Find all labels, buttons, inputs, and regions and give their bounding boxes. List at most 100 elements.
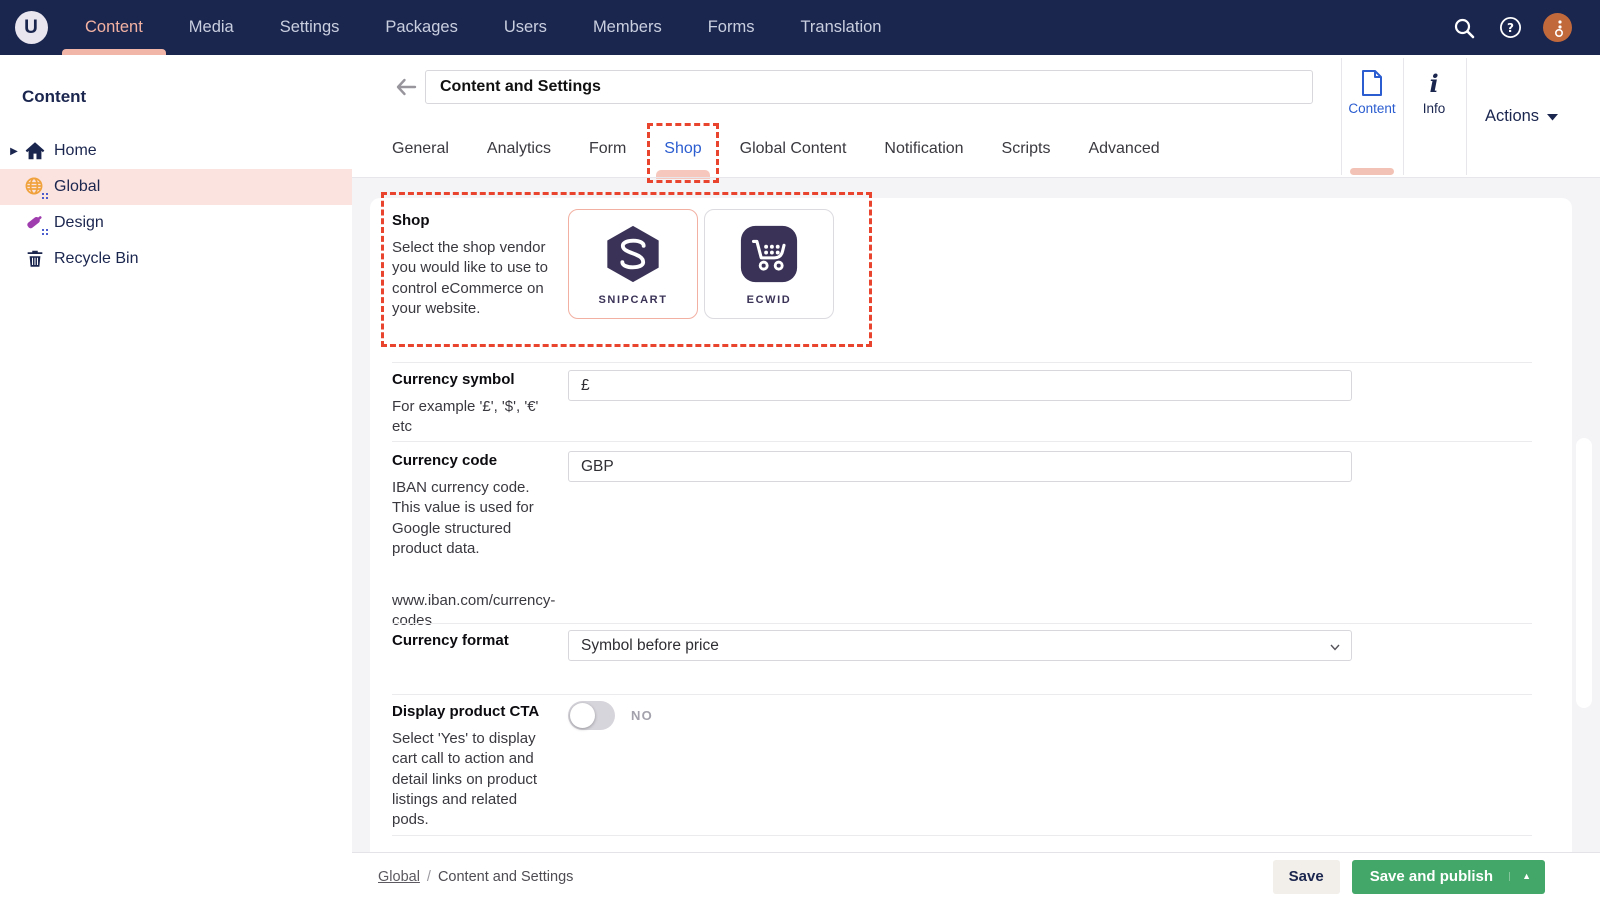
content-tree-sidebar: Content ▶ Home Global xyxy=(0,55,352,900)
top-nav-right: ? xyxy=(1451,13,1600,42)
currency-code-description: IBAN currency code. This value is used f… xyxy=(392,478,554,559)
nav-item-translation[interactable]: Translation xyxy=(777,0,904,55)
breadcrumb-current: Content and Settings xyxy=(438,869,573,885)
tree-item-label: Design xyxy=(54,214,104,232)
currency-format-labels: Currency format xyxy=(392,632,554,649)
display-product-cta-toggle[interactable] xyxy=(568,701,615,730)
currency-format-label: Currency format xyxy=(392,632,554,649)
currency-code-input[interactable] xyxy=(568,451,1352,482)
tab-analytics[interactable]: Analytics xyxy=(487,120,551,178)
chevron-up-icon[interactable]: ▲ xyxy=(1509,872,1531,881)
tree-item-design[interactable]: Design xyxy=(0,205,352,241)
toggle-state-label: NO xyxy=(631,708,653,723)
currency-code-label: Currency code xyxy=(392,452,554,469)
row-divider xyxy=(392,694,1532,695)
shop-label: Shop xyxy=(392,212,554,229)
back-arrow-icon[interactable] xyxy=(395,78,419,98)
vertical-scrollbar[interactable] xyxy=(1576,438,1592,708)
tab-general[interactable]: General xyxy=(392,120,449,178)
svg-text:?: ? xyxy=(1507,21,1514,35)
currency-symbol-description: For example '£', '$', '€' etc xyxy=(392,397,554,438)
tree-item-recycle-bin[interactable]: Recycle Bin xyxy=(0,241,352,277)
currency-symbol-input[interactable] xyxy=(568,370,1352,401)
chevron-down-icon xyxy=(1329,640,1341,658)
currency-symbol-label: Currency symbol xyxy=(392,371,554,388)
header-left-spacer xyxy=(352,55,377,177)
home-icon xyxy=(24,140,46,162)
app-tab-content[interactable]: Content xyxy=(1341,55,1403,178)
actions-dropdown-button[interactable]: Actions xyxy=(1443,55,1600,178)
vendor-name: ECWID xyxy=(705,294,833,306)
save-and-publish-button[interactable]: Save and publish ▲ xyxy=(1352,860,1545,894)
header-bottom-border xyxy=(352,177,1600,178)
sidebar-section-title: Content xyxy=(0,55,352,107)
save-and-publish-label: Save and publish xyxy=(1370,868,1493,885)
vendor-card-snipcart[interactable]: SNIPCART xyxy=(568,209,698,319)
trash-icon xyxy=(24,248,46,270)
document-icon xyxy=(1341,68,1403,98)
expand-caret-icon[interactable]: ▶ xyxy=(8,146,20,157)
currency-code-labels: Currency code IBAN currency code. This v… xyxy=(392,452,554,632)
chevron-down-icon xyxy=(1547,113,1558,121)
tree-item-label: Recycle Bin xyxy=(54,250,138,268)
content-state-dots-icon xyxy=(42,229,49,236)
tab-shop[interactable]: Shop xyxy=(664,120,701,178)
shop-field-labels: Shop Select the shop vendor you would li… xyxy=(392,212,554,319)
shop-vendor-picker: SNIPCART xyxy=(568,209,1352,319)
help-icon[interactable]: ? xyxy=(1497,15,1523,41)
vendor-card-ecwid[interactable]: ECWID xyxy=(704,209,834,319)
search-icon[interactable] xyxy=(1451,15,1477,41)
tree-item-global[interactable]: Global xyxy=(0,169,352,205)
tab-advanced[interactable]: Advanced xyxy=(1088,120,1159,178)
user-avatar[interactable] xyxy=(1543,13,1572,42)
row-divider xyxy=(392,835,1532,836)
breadcrumb: Global / Content and Settings xyxy=(378,869,573,885)
tree-item-home[interactable]: ▶ Home xyxy=(0,133,352,169)
row-divider xyxy=(392,441,1532,442)
breadcrumb-link-global[interactable]: Global xyxy=(378,869,420,885)
top-nav-bar: U Content Media Settings Packages Users … xyxy=(0,0,1600,55)
shop-description: Select the shop vendor you would like to… xyxy=(392,238,554,319)
umbraco-logo[interactable]: U xyxy=(0,11,62,44)
nav-item-media[interactable]: Media xyxy=(166,0,257,55)
umbraco-logo-icon: U xyxy=(15,11,48,44)
active-app-underline xyxy=(1350,168,1394,175)
tab-shop-label: Shop xyxy=(664,140,701,158)
tab-form[interactable]: Form xyxy=(589,120,626,178)
document-title-input[interactable] xyxy=(425,70,1313,104)
globe-icon xyxy=(24,176,46,198)
nav-item-packages[interactable]: Packages xyxy=(362,0,480,55)
nav-item-settings[interactable]: Settings xyxy=(257,0,363,55)
nav-item-users[interactable]: Users xyxy=(481,0,570,55)
tree-item-label: Global xyxy=(54,178,100,196)
display-product-cta-labels: Display product CTA Select 'Yes' to disp… xyxy=(392,703,554,830)
shop-settings-panel: Shop Select the shop vendor you would li… xyxy=(370,198,1572,852)
footer-buttons: Save Save and publish ▲ xyxy=(1273,860,1545,894)
tab-notification[interactable]: Notification xyxy=(884,120,963,178)
toggle-knob xyxy=(570,703,595,728)
actions-label: Actions xyxy=(1485,107,1539,126)
nav-item-members[interactable]: Members xyxy=(570,0,685,55)
paint-roller-icon xyxy=(24,212,46,234)
currency-format-value: Symbol before price xyxy=(581,637,719,655)
app-tab-label: Content xyxy=(1341,101,1403,116)
tab-scripts[interactable]: Scripts xyxy=(1002,120,1051,178)
editor-footer: Global / Content and Settings Save Save … xyxy=(352,852,1600,900)
snipcart-hexagon-icon xyxy=(602,223,664,285)
currency-format-select[interactable]: Symbol before price xyxy=(568,630,1352,661)
vendor-name: SNIPCART xyxy=(569,294,697,306)
save-button[interactable]: Save xyxy=(1273,860,1340,894)
content-tree: ▶ Home Global Design xyxy=(0,133,352,277)
breadcrumb-separator: / xyxy=(427,869,431,885)
row-divider xyxy=(392,623,1532,624)
content-state-dots-icon xyxy=(42,193,49,200)
nav-item-forms[interactable]: Forms xyxy=(685,0,778,55)
currency-code-link-text: www.iban.com/currency-codes xyxy=(392,591,554,632)
top-nav-items: Content Media Settings Packages Users Me… xyxy=(62,0,904,55)
tree-item-label: Home xyxy=(54,142,97,160)
umbraco-backoffice: U Content Media Settings Packages Users … xyxy=(0,0,1600,900)
currency-symbol-labels: Currency symbol For example '£', '$', '€… xyxy=(392,371,554,438)
tab-global-content[interactable]: Global Content xyxy=(740,120,847,178)
display-product-cta-label: Display product CTA xyxy=(392,703,554,720)
nav-item-content[interactable]: Content xyxy=(62,0,166,55)
